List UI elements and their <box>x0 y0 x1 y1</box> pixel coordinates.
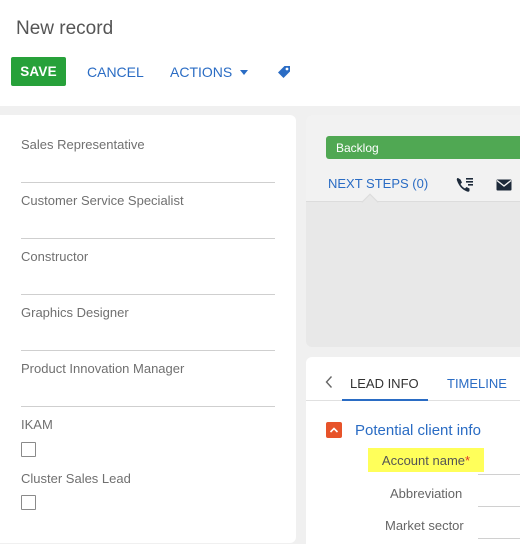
details-panel: LEAD INFO TIMELINE Potential client info… <box>306 357 520 544</box>
email-icon[interactable] <box>496 179 512 191</box>
stage-header: Backlog NEXT STEPS (0) <box>306 115 520 202</box>
field-product-innovation-manager[interactable]: Product Innovation Manager <box>21 361 275 407</box>
chevron-up-icon <box>329 427 339 433</box>
page-title: New record <box>16 18 114 39</box>
field-underline <box>21 406 275 407</box>
ikam-checkbox[interactable] <box>21 442 36 457</box>
field-label: Sales Representative <box>21 137 145 152</box>
field-underline <box>21 294 275 295</box>
field-label: Customer Service Specialist <box>21 193 184 208</box>
stage-label: Backlog <box>336 140 379 155</box>
tag-icon[interactable] <box>276 64 292 80</box>
field-constructor[interactable]: Constructor <box>21 249 275 295</box>
call-log-icon[interactable] <box>455 176 475 194</box>
group-title[interactable]: Potential client info <box>355 422 481 439</box>
abbreviation-label: Abbreviation <box>390 486 463 501</box>
page-header: New record SAVE CANCEL ACTIONS <box>0 0 520 106</box>
market-sector-input[interactable] <box>478 538 520 539</box>
field-label: Constructor <box>21 249 89 264</box>
stage-backlog[interactable]: Backlog <box>326 136 520 159</box>
cancel-button-label: CANCEL <box>87 63 144 80</box>
cluster-sales-lead-label: Cluster Sales Lead <box>21 471 131 486</box>
actions-button[interactable]: ACTIONS <box>170 57 249 86</box>
active-tab-indicator <box>342 399 428 401</box>
field-underline <box>21 350 275 351</box>
required-marker: * <box>465 452 471 468</box>
tab-lead-info[interactable]: LEAD INFO <box>350 376 419 391</box>
chevron-down-icon <box>240 70 249 75</box>
ikam-label: IKAM <box>21 417 53 432</box>
tabs-bar: LEAD INFO TIMELINE <box>306 357 520 401</box>
abbreviation-input[interactable] <box>478 506 520 507</box>
collapse-group-button[interactable] <box>326 422 342 438</box>
stage-panel: Backlog NEXT STEPS (0) <box>306 115 520 347</box>
save-button[interactable]: SAVE <box>11 57 66 86</box>
field-underline <box>21 182 275 183</box>
tab-timeline[interactable]: TIMELINE <box>447 376 507 391</box>
account-name-label: Account name * <box>368 448 484 472</box>
field-sales-representative[interactable]: Sales Representative <box>21 137 275 183</box>
field-underline <box>21 238 275 239</box>
chevron-left-icon[interactable] <box>324 375 334 389</box>
market-sector-label: Market sector <box>385 518 464 533</box>
account-name-input[interactable] <box>478 474 520 475</box>
actions-button-label: ACTIONS <box>170 63 233 80</box>
field-graphics-designer[interactable]: Graphics Designer <box>21 305 275 351</box>
cancel-button[interactable]: CANCEL <box>87 57 144 86</box>
next-steps-tab[interactable]: NEXT STEPS (0) <box>328 176 428 191</box>
field-label: Graphics Designer <box>21 305 129 320</box>
field-label: Product Innovation Manager <box>21 361 185 376</box>
field-customer-service-specialist[interactable]: Customer Service Specialist <box>21 193 275 239</box>
profile-fields-panel: Sales Representative Customer Service Sp… <box>0 115 296 543</box>
cluster-sales-lead-checkbox[interactable] <box>21 495 36 510</box>
